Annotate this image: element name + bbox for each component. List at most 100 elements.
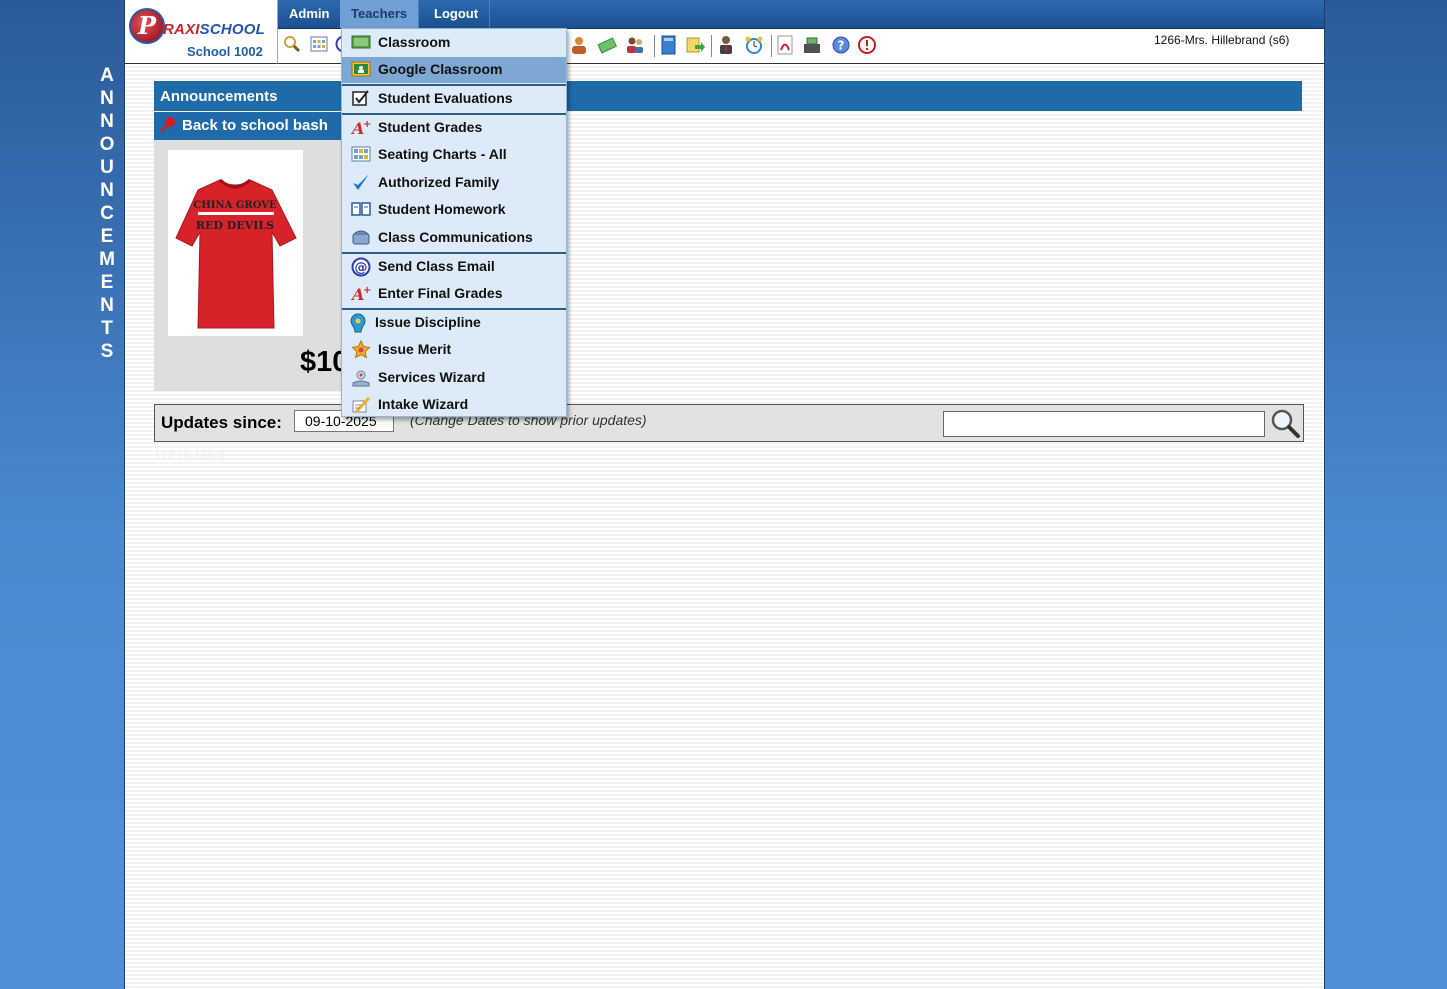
menu-item-student-evaluations[interactable]: Student Evaluations	[342, 86, 566, 112]
side-letter: M	[99, 249, 115, 270]
teachers-dropdown-menu: Classroom Google Classroom Student Evalu…	[341, 28, 567, 417]
menu-item-send-class-email[interactable]: @ Send Class Email	[342, 254, 566, 280]
svg-text:+: +	[363, 285, 371, 296]
money-icon[interactable]	[597, 35, 618, 55]
notebook-icon[interactable]	[658, 35, 678, 55]
alarm-clock-icon[interactable]	[744, 35, 764, 55]
side-letter: N	[100, 295, 114, 316]
menu-item-label: Intake Wizard	[378, 396, 469, 412]
menu-item-student-homework[interactable]: Student Homework	[342, 197, 566, 223]
logo-brand-b: SCHOOL	[199, 21, 266, 38]
shirt-text-line2: RED DEVILS	[196, 219, 274, 232]
svg-text:@: @	[355, 261, 368, 276]
toolbar-separator	[654, 35, 655, 57]
updates-bar: Updates since: (Change Dates to show pri…	[154, 404, 1304, 442]
svg-text:?: ?	[838, 39, 845, 53]
at-sign-icon: @	[351, 257, 371, 277]
checkmark-icon	[351, 173, 371, 193]
tshirt-image: CHINA GROVE RED DEVILS	[168, 150, 303, 336]
grade-a-plus-icon: A +	[350, 118, 371, 138]
announcements-title: Announcements	[160, 88, 278, 105]
calendar-grid-icon[interactable]	[309, 35, 329, 55]
search-icon[interactable]	[282, 35, 302, 55]
side-letter: A	[100, 65, 114, 86]
side-letter: C	[100, 203, 114, 224]
user-name: 1266-Mrs. Hillebrand (s6)	[1154, 33, 1290, 47]
menu-item-label: Send Class Email	[378, 258, 495, 274]
top-nav: Admin Teachers Logout	[278, 0, 1324, 29]
logo[interactable]: P RAXISCHOOL School 1002	[125, 0, 278, 64]
side-letter: U	[100, 157, 114, 178]
magnifier-icon	[1271, 409, 1300, 438]
toolbar-separator	[771, 35, 772, 57]
google-classroom-icon	[351, 60, 371, 80]
discipline-icon	[348, 313, 368, 333]
menu-item-label: Issue Merit	[378, 341, 452, 357]
svg-text:+: +	[363, 119, 371, 130]
merit-star-icon	[351, 339, 371, 360]
logo-brand-a: RAXI	[163, 21, 200, 38]
phone-icon	[351, 228, 371, 248]
side-letter: O	[99, 134, 115, 155]
book-icon	[351, 200, 371, 220]
menu-item-seating-charts[interactable]: Seating Charts - All	[342, 142, 566, 168]
staff-icon[interactable]	[716, 35, 736, 55]
announcement-item[interactable]: Back to school bash	[154, 112, 344, 140]
menu-item-services-wizard[interactable]: Services Wizard	[342, 365, 566, 391]
menu-item-label: Google Classroom	[378, 61, 503, 77]
intake-icon	[351, 395, 371, 415]
announcements-header: Announcements	[154, 81, 1302, 111]
logo-brand: RAXISCHOOL	[163, 21, 265, 38]
menu-item-student-grades[interactable]: A + Student Grades	[342, 115, 566, 141]
side-letter: N	[100, 180, 114, 201]
menu-item-issue-merit[interactable]: Issue Merit	[342, 337, 566, 363]
menu-item-label: Classroom	[378, 34, 451, 50]
side-letter: E	[100, 226, 114, 247]
grade-a-plus-icon: A +	[350, 284, 371, 304]
help-icon[interactable]: ?	[831, 35, 851, 55]
announcement-title: Back to school bash	[182, 117, 328, 134]
search-input[interactable]	[943, 411, 1265, 437]
power-off-icon[interactable]	[857, 35, 877, 55]
menu-item-authorized-family[interactable]: Authorized Family	[342, 170, 566, 196]
menu-item-label: Services Wizard	[378, 369, 486, 385]
announcement-body: CHINA GROVE RED DEVILS $10	[154, 140, 348, 391]
nav-logout[interactable]: Logout	[423, 0, 491, 28]
side-letter: N	[100, 88, 114, 109]
main-page: P RAXISCHOOL School 1002 Admin Teachers …	[124, 0, 1325, 989]
search-button[interactable]	[1269, 408, 1301, 440]
menu-item-classroom[interactable]: Classroom	[342, 30, 566, 56]
menu-item-label: Student Homework	[378, 201, 506, 217]
nav-admin[interactable]: Admin	[278, 0, 342, 28]
school-name: School 1002	[187, 44, 263, 59]
cash-register-icon[interactable]	[802, 35, 822, 55]
updates-label: Updates since:	[161, 413, 282, 432]
checkbox-icon	[351, 89, 371, 109]
logo-p-icon: P	[129, 8, 165, 44]
teacher-icon[interactable]	[569, 35, 589, 55]
side-letter: N	[100, 111, 114, 132]
menu-item-issue-discipline[interactable]: Issue Discipline	[342, 310, 566, 336]
menu-item-label: Student Grades	[378, 119, 483, 135]
family-icon[interactable]	[625, 35, 645, 55]
menu-item-label: Student Evaluations	[378, 90, 513, 106]
menu-item-class-communications[interactable]: Class Communications	[342, 225, 566, 251]
pdf-icon[interactable]	[775, 35, 795, 55]
toolbar-separator	[711, 35, 712, 57]
seating-chart-icon	[351, 145, 371, 165]
side-letter: E	[100, 272, 114, 293]
menu-item-label: Class Communications	[378, 229, 533, 245]
server-ip: 172.16.156.3	[154, 448, 225, 462]
side-letter: S	[100, 341, 114, 362]
services-icon	[351, 368, 371, 388]
shirt-text-line1: CHINA GROVE	[193, 200, 277, 211]
menu-item-intake-wizard[interactable]: Intake Wizard	[342, 392, 566, 418]
nav-teachers[interactable]: Teachers	[340, 0, 420, 28]
menu-item-label: Enter Final Grades	[378, 285, 503, 301]
export-icon[interactable]	[685, 35, 705, 55]
pushpin-icon	[159, 116, 177, 138]
classroom-icon	[351, 33, 371, 53]
menu-item-google-classroom[interactable]: Google Classroom	[342, 57, 566, 83]
menu-item-enter-final-grades[interactable]: A + Enter Final Grades	[342, 281, 566, 307]
side-letter: T	[101, 318, 113, 339]
